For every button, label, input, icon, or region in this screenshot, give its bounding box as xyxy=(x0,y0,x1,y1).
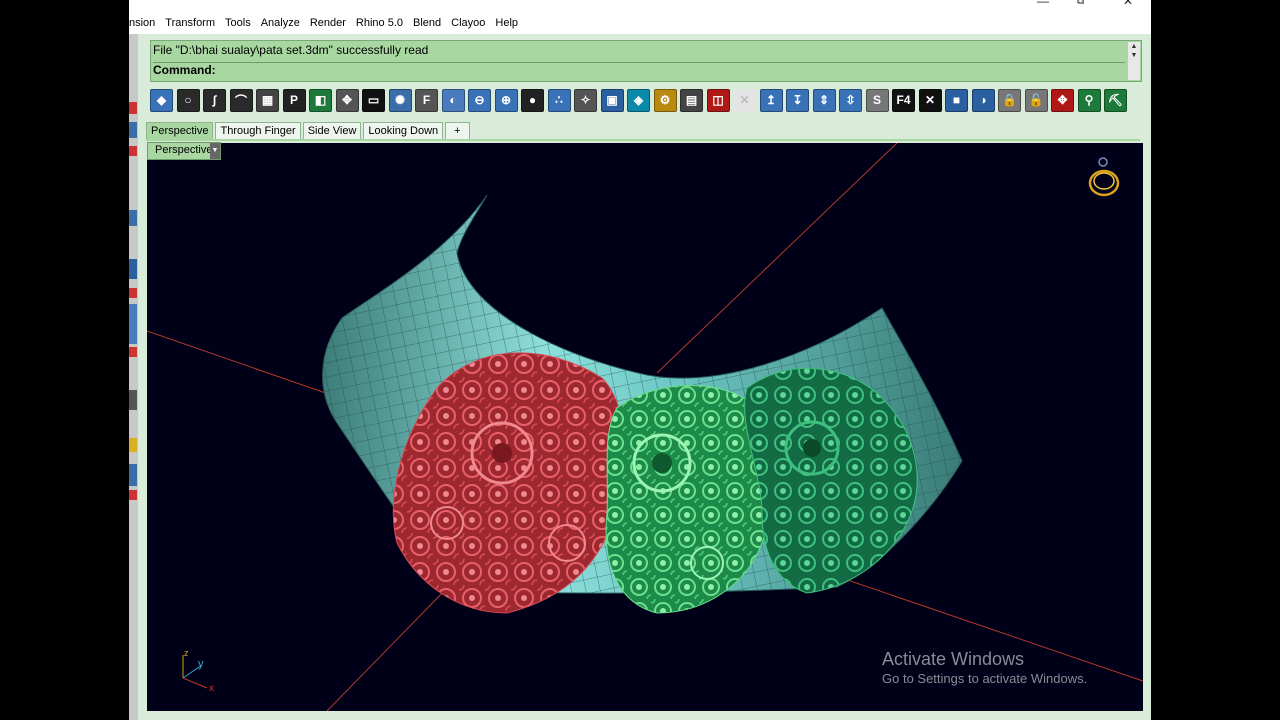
curve-icon[interactable]: ∫ xyxy=(203,88,226,112)
menu-analyze[interactable]: Analyze xyxy=(256,17,305,29)
scroll-up-icon[interactable]: ▲ xyxy=(1131,43,1138,50)
layout-icon[interactable]: ▤ xyxy=(680,88,703,112)
menu-clayoo[interactable]: Clayoo xyxy=(446,17,490,29)
panel-tab[interactable] xyxy=(129,210,137,226)
maximize-button[interactable]: ⧉ xyxy=(1077,0,1084,7)
minimize-button[interactable]: — xyxy=(1037,0,1049,8)
activate-windows-subtitle: Go to Settings to activate Windows. xyxy=(882,671,1088,686)
command-area: File "D:\bhai sualay\pata set.3dm" succe… xyxy=(150,40,1142,82)
axis-label-z: z xyxy=(184,648,189,658)
title-bar: — ⧉ ✕ xyxy=(129,0,1151,12)
panel-tab[interactable] xyxy=(129,122,137,138)
pattern-icon[interactable]: ✧ xyxy=(574,88,597,112)
axis-label-y: y xyxy=(198,658,204,670)
perspective-viewport[interactable]: z y x Activate Windows Go to Settings to… xyxy=(147,143,1143,711)
viewport-scene: z y x xyxy=(147,143,1143,711)
cube-icon[interactable]: ◈ xyxy=(627,88,650,112)
tab-underline xyxy=(146,139,1140,141)
panel-tab[interactable] xyxy=(129,304,137,344)
command-prompt[interactable]: Command: xyxy=(153,62,1125,78)
arrows-spread-icon[interactable]: ⇳ xyxy=(839,88,862,112)
close-icon[interactable] xyxy=(129,347,137,357)
mirror-icon[interactable]: ◐ xyxy=(441,88,465,112)
tab-perspective[interactable]: Perspective xyxy=(146,122,214,140)
section-icon[interactable]: ⊖ xyxy=(468,88,491,112)
pipe-icon[interactable]: ⌒ xyxy=(229,88,253,112)
menu-blend[interactable]: Blend xyxy=(408,17,446,29)
activate-windows-title: Activate Windows xyxy=(882,649,1025,669)
arrows-vertical-icon[interactable]: ⇕ xyxy=(812,88,836,112)
shade-half-icon[interactable]: ◑ xyxy=(971,88,995,112)
rhino-window: — ⧉ ✕ nsion Transform Tools Analyze Rend… xyxy=(129,0,1151,720)
viewport-title[interactable]: Perspective ▼ xyxy=(147,142,221,160)
menu-render[interactable]: Render xyxy=(305,17,351,29)
command-history: File "D:\bhai sualay\pata set.3dm" succe… xyxy=(153,43,429,57)
transform-icon[interactable]: ✥ xyxy=(1051,88,1074,112)
add-tab-button[interactable]: + xyxy=(445,122,470,140)
surface-icon[interactable]: ◧ xyxy=(309,88,332,112)
close-icon[interactable] xyxy=(129,490,137,500)
disabled-x-icon[interactable]: ✕ xyxy=(733,88,756,112)
s-tool-icon[interactable]: S xyxy=(865,88,889,112)
viewport-tabs: Perspective Through Finger Side View Loo… xyxy=(146,122,472,140)
menu-dimension[interactable]: nsion xyxy=(129,17,160,29)
gear-icon[interactable]: ⚙ xyxy=(653,88,677,112)
command-scrollbar[interactable]: ▲ ▼ xyxy=(1128,42,1140,80)
menu-tools[interactable]: Tools xyxy=(220,17,256,29)
menu-bar: nsion Transform Tools Analyze Render Rhi… xyxy=(129,12,1151,34)
tab-looking-down[interactable]: Looking Down xyxy=(363,122,444,140)
grid-sphere-icon[interactable]: ⊕ xyxy=(494,88,518,112)
close-icon[interactable] xyxy=(129,102,137,114)
menu-help[interactable]: Help xyxy=(490,17,523,29)
panel-tab[interactable] xyxy=(129,259,137,279)
ring-logo-icon xyxy=(1088,157,1120,197)
close-icon[interactable] xyxy=(129,146,137,156)
shade-cube-icon[interactable]: ■ xyxy=(945,88,968,112)
monitor-icon[interactable]: ▭ xyxy=(362,88,385,112)
blobs-icon[interactable]: ● xyxy=(521,88,544,112)
arrow-up-icon[interactable]: ↥ xyxy=(759,88,783,112)
panel-tab[interactable] xyxy=(129,464,137,486)
text-fe-icon[interactable]: F xyxy=(415,88,438,112)
status-bar xyxy=(138,711,1151,720)
f4-icon[interactable]: F4 xyxy=(892,88,915,112)
scroll-down-icon[interactable]: ▼ xyxy=(1131,52,1138,59)
pin-icon[interactable]: ⚲ xyxy=(1077,88,1101,112)
axis-line xyxy=(326,582,453,711)
film-icon[interactable]: ◫ xyxy=(706,88,730,112)
properties-icon[interactable]: P xyxy=(282,88,306,112)
menu-transform[interactable]: Transform xyxy=(160,17,220,29)
circle-icon[interactable]: ○ xyxy=(176,88,200,112)
main-toolbar: ◆ ○ ∫ ⌒ ▦ P ◧ ✥ ▭ ✺ F ◐ ⊖ ⊕ ● ∴ ✧ ▣ ◈ ⚙ ▤ ◫ ✕ ↥ ↧ ⇕ ⇳ S F4 ✕ ■ ◑ 🔒 🔓 ✥ ⚲ ⛏ xyxy=(150,86,1140,114)
command-prompt-label: Command: xyxy=(153,63,216,77)
panel-tab[interactable] xyxy=(129,390,137,410)
left-panel-strip xyxy=(129,34,138,720)
tab-through-finger[interactable]: Through Finger xyxy=(215,122,301,140)
main-area: File "D:\bhai sualay\pata set.3dm" succe… xyxy=(138,34,1151,720)
worker-icon[interactable]: ⛏ xyxy=(1104,88,1127,112)
array-icon[interactable]: ▦ xyxy=(256,88,279,112)
close-icon[interactable] xyxy=(129,288,137,298)
lock-icon[interactable]: 🔒 xyxy=(998,88,1021,112)
select-points-icon[interactable]: ◆ xyxy=(150,88,173,112)
unlock-icon[interactable]: 🔓 xyxy=(1024,88,1048,112)
chevron-down-icon[interactable]: ▼ xyxy=(210,143,220,159)
viewport-title-label: Perspective xyxy=(155,144,213,156)
tab-side-view[interactable]: Side View xyxy=(302,122,362,140)
gumball-icon[interactable]: ✥ xyxy=(335,88,359,112)
save-icon[interactable]: ▣ xyxy=(600,88,624,112)
menu-rhino5[interactable]: Rhino 5.0 xyxy=(351,17,408,29)
close-button[interactable]: ✕ xyxy=(1123,0,1133,8)
gear-sphere-icon[interactable]: ✺ xyxy=(388,88,412,112)
arrow-down-icon[interactable]: ↧ xyxy=(786,88,809,112)
dots-icon[interactable]: ∴ xyxy=(547,88,571,112)
axis-label-x: x xyxy=(209,683,214,694)
axis-line xyxy=(147,330,338,398)
cross-box-icon[interactable]: ✕ xyxy=(918,88,942,112)
panel-tab[interactable] xyxy=(129,438,137,452)
